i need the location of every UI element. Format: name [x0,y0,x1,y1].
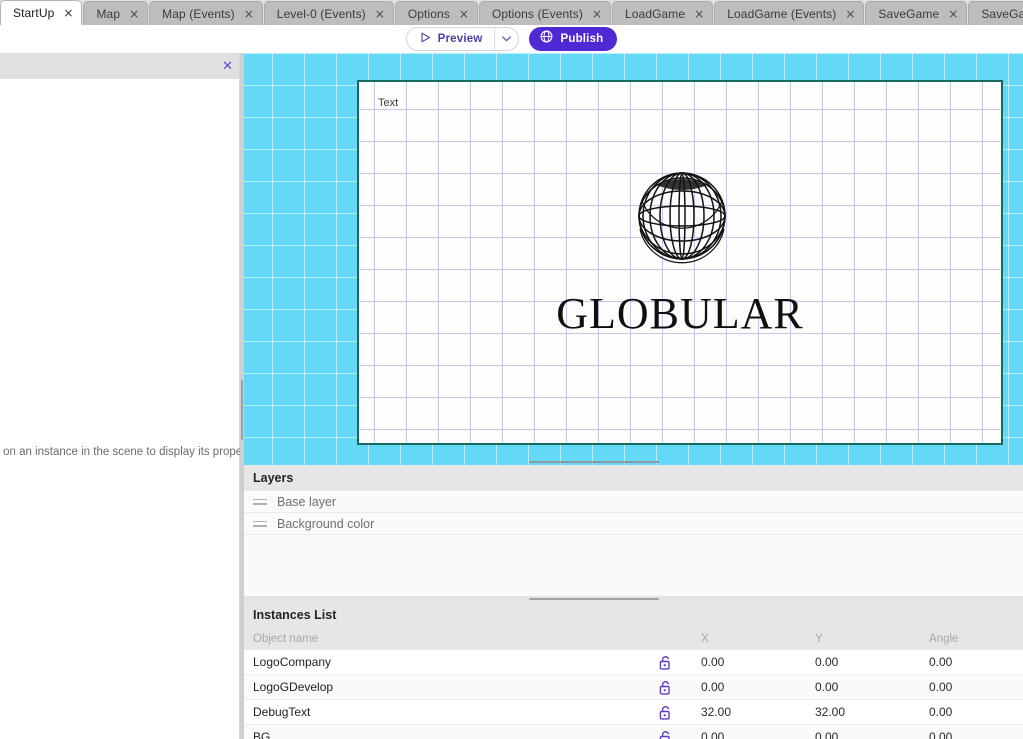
preview-label: Preview [437,33,483,45]
tab-close-icon[interactable]: × [375,8,385,20]
layer-row[interactable]: Background color [244,513,1023,535]
instance-logocompany[interactable]: GLOBULAR [359,292,1001,336]
instance-y: 0.00 [815,680,839,694]
table-row[interactable]: LogoGDevelop 0.00 0.00 0.00 [244,675,1023,700]
tab-close-icon[interactable]: × [63,7,73,19]
layers-panel: Layers Base layer Background color [244,465,1023,596]
publish-button[interactable]: Publish [529,27,618,51]
tab-close-icon[interactable]: × [244,8,254,20]
instance-name: DebugText [253,705,311,719]
instance-angle: 0.00 [929,655,953,669]
column-header-angle[interactable]: Angle [924,633,1023,645]
tab-label: StartUp [13,6,55,20]
tab-label: Map [96,6,121,21]
layer-row[interactable]: Base layer [244,491,1023,513]
tab-label: LoadGame (Events) [727,6,837,21]
instances-panel-title: Instances List [244,602,1023,628]
instance-angle: 0.00 [929,705,953,719]
properties-panel-header: ✕ [0,53,239,79]
instance-y: 0.00 [815,730,839,739]
table-row[interactable]: BG 0.00 0.00 0.00 [244,725,1023,739]
scene-canvas[interactable]: Text GLOBULAR [244,53,1023,465]
instances-list-panel: Instances List Object name X Y Angle Log… [244,602,1023,739]
instance-debugtext[interactable]: Text [378,97,398,109]
chevron-down-icon [502,36,512,42]
column-header-y[interactable]: Y [810,633,924,645]
instances-header-row: Object name X Y Angle [244,628,1023,650]
layer-name: Background color [277,516,375,531]
tab-label: LoadGame [625,6,686,21]
instance-x: 0.00 [701,680,725,694]
tab-loadgame[interactable]: LoadGame × [612,1,714,25]
column-header-x[interactable]: X [696,633,810,645]
instance-x: 32.00 [701,705,732,719]
instance-angle: 0.00 [929,730,953,739]
preview-dropdown-button[interactable] [494,28,518,50]
tab-close-icon[interactable]: × [592,8,602,20]
tab-close-icon[interactable]: × [459,8,469,20]
splitter-grip [241,380,243,440]
tab-loadgame-events[interactable]: LoadGame (Events) × [714,1,865,25]
instance-y: 0.00 [815,655,839,669]
publish-label: Publish [560,33,604,45]
layers-empty-area [244,535,1023,595]
layer-name: Base layer [277,494,337,509]
tab-map[interactable]: Map × [83,1,149,25]
open-padlock-icon[interactable] [634,655,696,670]
tab-close-icon[interactable]: × [694,8,704,20]
open-padlock-icon[interactable] [634,705,696,720]
tab-savegame-events[interactable]: SaveGame (Events) × [968,1,1023,25]
scene-rectangle[interactable]: Text GLOBULAR [357,80,1003,445]
instance-x: 0.00 [701,730,725,739]
tab-startup[interactable]: StartUp × [0,0,83,25]
column-header-object-name[interactable]: Object name [244,633,634,645]
globe-icon [540,30,553,48]
tab-map-events[interactable]: Map (Events) × [149,1,263,25]
tab-level-0-events[interactable]: Level-0 (Events) × [263,1,394,25]
tab-label: Options [407,6,450,21]
preview-button[interactable]: Preview [407,28,495,50]
editor-tab-bar: StartUp × Map × Map (Events) × Level-0 (… [0,0,1023,25]
editor-toolbar: Preview Publish [0,25,1023,53]
drag-handle-icon[interactable] [253,519,269,529]
tab-options-events[interactable]: Options (Events) × [478,1,611,25]
properties-panel: ✕ Click on an instance in the scene to d… [0,53,264,739]
tab-label: Options (Events) [491,6,583,21]
instance-name: LogoGDevelop [253,680,334,694]
table-row[interactable]: DebugText 32.00 32.00 0.00 [244,700,1023,725]
layers-panel-title: Layers [244,465,1023,491]
play-triangle-icon [420,30,431,48]
table-row[interactable]: LogoCompany 0.00 0.00 0.00 [244,650,1023,675]
tab-close-icon[interactable]: × [948,8,958,20]
open-padlock-icon[interactable] [634,680,696,695]
open-padlock-icon[interactable] [634,730,696,739]
properties-empty-hint: Click on an instance in the scene to dis… [0,446,264,458]
scene-editor-window: StartUp × Map × Map (Events) × Level-0 (… [0,0,1023,739]
properties-panel-body: Click on an instance in the scene to dis… [0,79,264,739]
instance-name: BG [253,730,271,739]
instance-y: 32.00 [815,705,846,719]
instance-angle: 0.00 [929,680,953,694]
tab-savegame[interactable]: SaveGame × [865,1,968,25]
drag-handle-icon[interactable] [253,497,269,507]
tab-label: Map (Events) [162,6,235,21]
tab-options[interactable]: Options × [394,1,478,25]
tab-label: SaveGame [878,6,940,21]
instance-name: LogoCompany [253,655,332,669]
tab-label: Level-0 (Events) [276,6,366,21]
splitter-grip [529,461,659,463]
close-icon[interactable]: ✕ [222,60,233,73]
preview-button-group: Preview [405,27,520,51]
splitter-grip [529,598,659,600]
tab-close-icon[interactable]: × [845,8,855,20]
tab-close-icon[interactable]: × [129,8,139,20]
instance-x: 0.00 [701,655,725,669]
tab-label: SaveGame (Events) [981,6,1023,21]
wireframe-globe-icon[interactable] [632,161,732,266]
